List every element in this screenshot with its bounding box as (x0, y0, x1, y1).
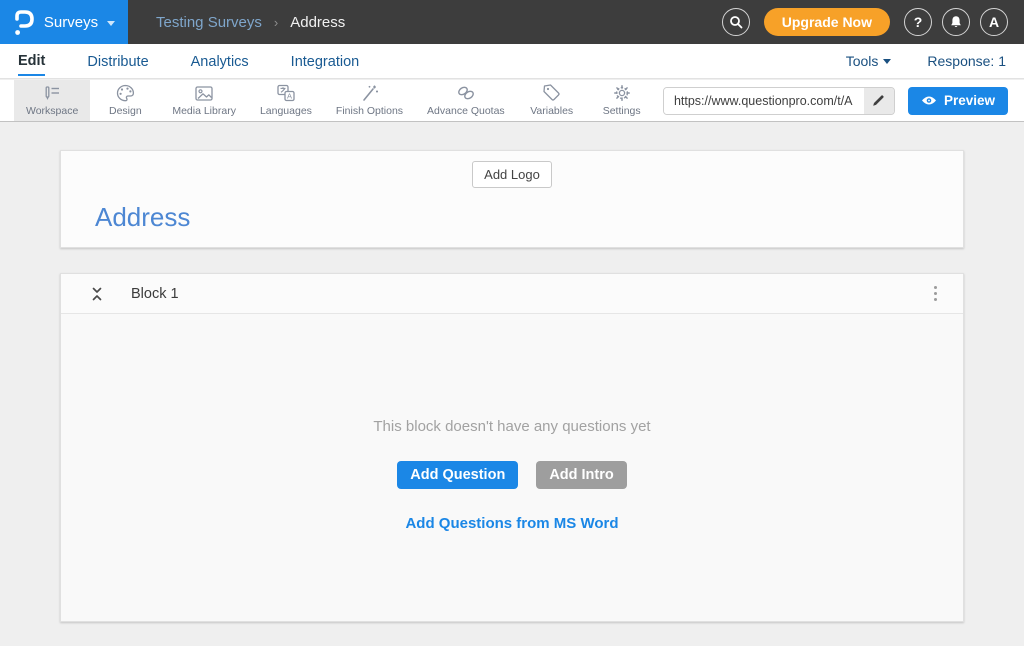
gear-icon (613, 84, 631, 102)
add-questions-from-msword-link[interactable]: Add Questions from MS Word (405, 515, 618, 532)
tab-distribute[interactable]: Distribute (87, 47, 148, 75)
add-logo-button[interactable]: Add Logo (472, 161, 552, 188)
block-card: Block 1 This block doesn't have any ques… (60, 273, 964, 622)
pencil-icon (872, 94, 885, 107)
chevron-down-icon (883, 59, 891, 64)
toolbar-item-label: Languages (260, 105, 312, 117)
workspace-icon (42, 84, 62, 102)
toolbar-item-media-library[interactable]: Media Library (160, 80, 248, 121)
survey-url-group (663, 87, 895, 115)
breadcrumb-survey-name: Address (290, 14, 345, 31)
product-name: Surveys (44, 14, 98, 31)
notifications-button[interactable] (942, 8, 970, 36)
toolbar-item-design[interactable]: Design (90, 80, 160, 121)
nav-right: Tools Response: 1 (846, 53, 1006, 69)
chain-icon (456, 84, 476, 102)
tab-integration[interactable]: Integration (291, 47, 360, 75)
eye-icon (921, 95, 937, 106)
breadcrumb-folder[interactable]: Testing Surveys (156, 14, 262, 31)
toolbar-item-advance-quotas[interactable]: Advance Quotas (415, 80, 517, 121)
wand-icon (360, 84, 379, 102)
preview-button[interactable]: Preview (908, 87, 1008, 115)
toolbar-item-finish-options[interactable]: Finish Options (324, 80, 415, 121)
tools-menu[interactable]: Tools (846, 53, 892, 69)
toolbar-right: Preview (663, 80, 1024, 121)
product-switcher[interactable]: Surveys (0, 0, 128, 44)
main-nav: Edit Distribute Analytics Integration To… (0, 44, 1024, 79)
survey-title[interactable]: Address (95, 202, 963, 233)
toolbar-item-label: Settings (603, 105, 641, 117)
tools-label: Tools (846, 53, 879, 69)
tab-analytics[interactable]: Analytics (191, 47, 249, 75)
breadcrumb: Testing Surveys › Address (156, 14, 345, 31)
add-intro-button[interactable]: Add Intro (536, 461, 626, 489)
editor-toolbar: Workspace Design Media Library A Languag… (0, 80, 1024, 122)
account-avatar[interactable]: A (980, 8, 1008, 36)
survey-header-card: Add Logo Address (60, 150, 964, 248)
block-menu-kebab-icon[interactable] (928, 282, 943, 305)
toolbar-item-workspace[interactable]: Workspace (14, 80, 90, 121)
topbar: Surveys Testing Surveys › Address Upgrad… (0, 0, 1024, 44)
toolbar-item-label: Finish Options (336, 105, 403, 117)
breadcrumb-separator-icon: › (274, 15, 278, 30)
toolbar-item-label: Media Library (172, 105, 236, 117)
topbar-actions: Upgrade Now ? A (722, 8, 1024, 36)
toolbar-item-settings[interactable]: Settings (587, 80, 657, 121)
edit-url-button[interactable] (864, 88, 894, 114)
bell-icon (949, 15, 963, 29)
image-icon (194, 84, 214, 102)
toolbar-item-label: Workspace (26, 105, 78, 117)
toolbar-item-variables[interactable]: Variables (517, 80, 587, 121)
chevron-down-icon (107, 21, 115, 26)
survey-url-input[interactable] (664, 88, 864, 114)
toolbar-item-label: Variables (530, 105, 573, 117)
toolbar-item-label: Advance Quotas (427, 105, 505, 117)
collapse-block-button[interactable] (87, 284, 107, 304)
tag-icon (542, 84, 561, 102)
toolbar-item-languages[interactable]: A Languages (248, 80, 324, 121)
empty-block-message: This block doesn't have any questions ye… (373, 418, 650, 435)
svg-text:A: A (287, 92, 292, 101)
toolbar-item-label: Design (109, 105, 142, 117)
questionpro-app: Surveys Testing Surveys › Address Upgrad… (0, 0, 1024, 646)
block-body: This block doesn't have any questions ye… (61, 314, 963, 621)
survey-editor-canvas: Add Logo Address Block 1 This block does… (0, 122, 1024, 646)
add-question-button[interactable]: Add Question (397, 461, 518, 489)
search-icon[interactable] (722, 8, 750, 36)
block-header: Block 1 (61, 274, 963, 314)
upgrade-now-button[interactable]: Upgrade Now (764, 8, 890, 36)
collapse-icon (89, 286, 105, 302)
translate-icon: A (276, 84, 296, 102)
preview-label: Preview (944, 93, 995, 108)
response-count[interactable]: Response: 1 (927, 53, 1006, 69)
palette-icon (116, 84, 135, 102)
help-button[interactable]: ? (904, 8, 932, 36)
questionpro-logo-icon (13, 8, 35, 36)
tab-edit[interactable]: Edit (18, 46, 45, 76)
block-title[interactable]: Block 1 (131, 286, 179, 302)
